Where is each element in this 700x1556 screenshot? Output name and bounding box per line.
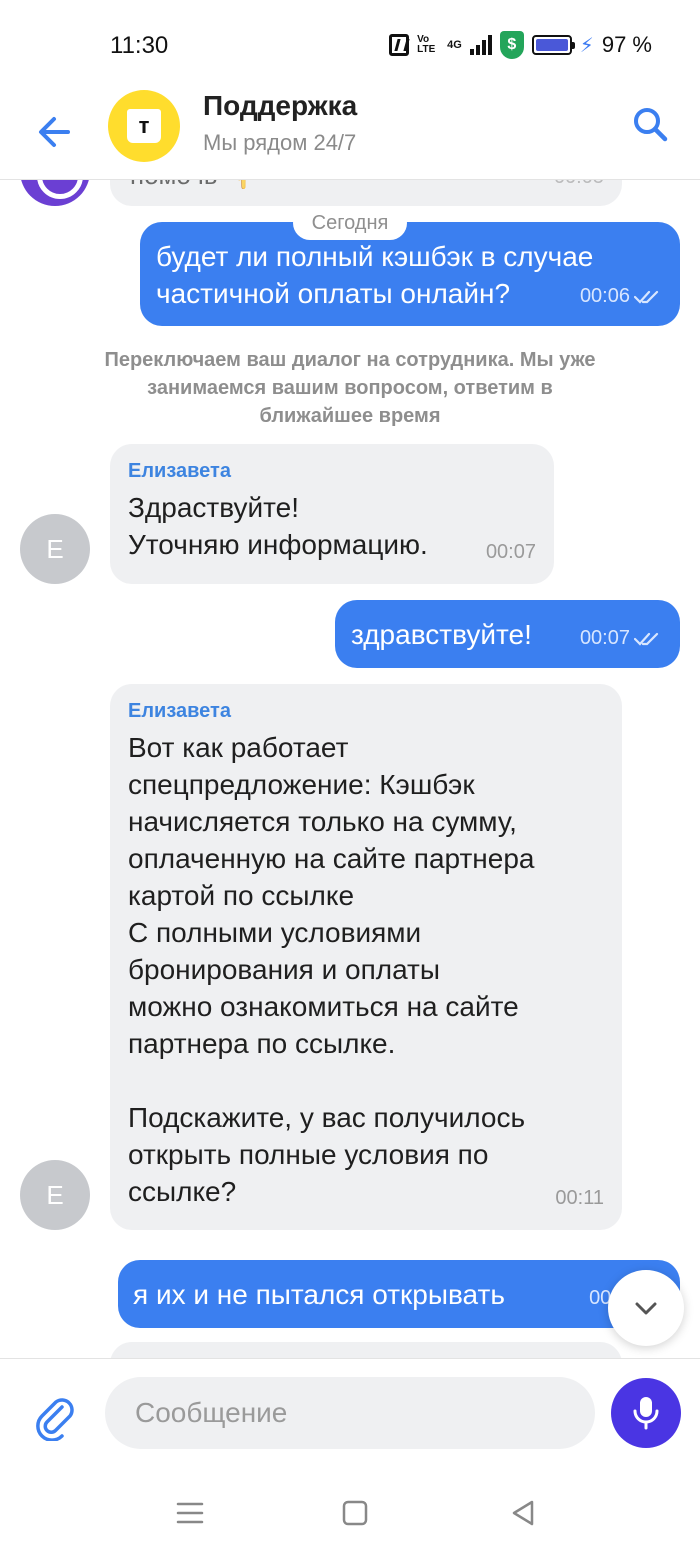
recent-apps-button[interactable] bbox=[175, 1498, 205, 1528]
scroll-to-bottom-button[interactable] bbox=[608, 1270, 684, 1346]
triangle-back-icon bbox=[512, 1500, 534, 1526]
system-notice: Переключаем ваш диалог на сотрудника. Мы… bbox=[104, 349, 596, 427]
attach-button[interactable] bbox=[32, 1393, 80, 1442]
message-bubble-incoming[interactable]: Елизавета Вот как работает спецпредложен… bbox=[110, 684, 622, 1230]
chevron-down-icon bbox=[635, 1302, 657, 1315]
status-bar: 11:30 Vo LTE 4G $ ⚡ 97 % bbox=[0, 0, 700, 90]
message-text: я их и не пытался открывать bbox=[133, 1279, 505, 1310]
message-meta: 00:06 bbox=[580, 285, 662, 308]
microphone-icon bbox=[633, 1397, 659, 1430]
message-list[interactable]: помочь 👇 00:05 Сегодня будет ли полный к… bbox=[0, 180, 700, 1358]
message-bubble-incoming[interactable]: помочь 👇 00:05 bbox=[110, 180, 622, 206]
paperclip-icon bbox=[36, 1398, 74, 1442]
support-avatar[interactable]: т bbox=[108, 90, 180, 162]
menu-lines-icon bbox=[176, 1502, 204, 1524]
home-button[interactable] bbox=[340, 1498, 370, 1528]
agent-avatar[interactable]: Е bbox=[20, 1160, 90, 1230]
square-icon bbox=[342, 1500, 368, 1526]
agent-avatar[interactable]: Е bbox=[20, 514, 90, 584]
message-time: 00:07 bbox=[579, 627, 630, 649]
message-meta: 00:11 bbox=[555, 1187, 604, 1210]
message-input[interactable] bbox=[105, 1377, 595, 1449]
back-button[interactable] bbox=[32, 108, 80, 156]
nfc-icon bbox=[389, 34, 410, 56]
message-bubble-outgoing[interactable]: будет ли полный кэшбэк в случае частично… bbox=[140, 222, 680, 326]
message-text: Здраствуйте! Уточняю информацию. bbox=[128, 492, 428, 560]
search-button[interactable] bbox=[630, 104, 670, 144]
arrow-left-icon bbox=[39, 117, 70, 147]
status-time: 11:30 bbox=[110, 32, 169, 59]
message-time: 00:11 bbox=[555, 1187, 604, 1209]
message-bubble-outgoing[interactable]: я их и не пытался открывать 00:1 bbox=[118, 1260, 680, 1328]
message-meta: 00:07 bbox=[486, 541, 536, 564]
chat-title: Поддержка bbox=[203, 90, 358, 121]
sender-name: Елизавета bbox=[128, 700, 231, 722]
message-bubble-incoming[interactable]: Елизавета Здраствуйте! Уточняю информаци… bbox=[110, 444, 554, 584]
system-navigation-bar bbox=[0, 1468, 700, 1556]
battery-percent: 97 % bbox=[601, 32, 652, 57]
sender-name: Елизавета bbox=[128, 460, 231, 482]
back-nav-button[interactable] bbox=[508, 1498, 538, 1528]
security-shield-icon: $ bbox=[499, 31, 524, 59]
chat-subtitle: Мы рядом 24/7 bbox=[203, 130, 357, 155]
battery-icon bbox=[531, 35, 575, 55]
bank-logo-icon: т bbox=[127, 109, 161, 143]
read-ticks-icon bbox=[634, 632, 659, 646]
message-time: 00:06 bbox=[579, 285, 630, 307]
volte-icon: Vo LTE bbox=[417, 34, 436, 55]
assistant-avatar bbox=[20, 180, 90, 206]
network-type-icon: 4G bbox=[447, 39, 462, 51]
voice-message-button[interactable] bbox=[611, 1378, 681, 1448]
chat-header: т Поддержка Мы рядом 24/7 bbox=[0, 90, 700, 180]
charging-bolt-icon: ⚡ bbox=[579, 34, 594, 57]
message-meta: 00:07 bbox=[580, 627, 662, 650]
read-ticks-icon bbox=[634, 290, 659, 304]
message-time: 00:05 bbox=[554, 180, 604, 189]
message-time: 00:07 bbox=[485, 541, 536, 563]
message-composer bbox=[0, 1358, 700, 1468]
message-text: помочь 👇 bbox=[130, 180, 257, 191]
message-bubble-incoming[interactable] bbox=[110, 1342, 622, 1358]
date-divider: Сегодня bbox=[293, 206, 407, 240]
status-icons: Vo LTE 4G $ ⚡ 97 % bbox=[389, 31, 652, 59]
message-bubble-outgoing[interactable]: здравствуйте! 00:07 bbox=[335, 600, 680, 668]
search-icon bbox=[634, 108, 668, 142]
message-text: Вот как работает спецпредложение: Кэшбэк… bbox=[128, 732, 535, 1207]
signal-icon bbox=[469, 35, 492, 55]
